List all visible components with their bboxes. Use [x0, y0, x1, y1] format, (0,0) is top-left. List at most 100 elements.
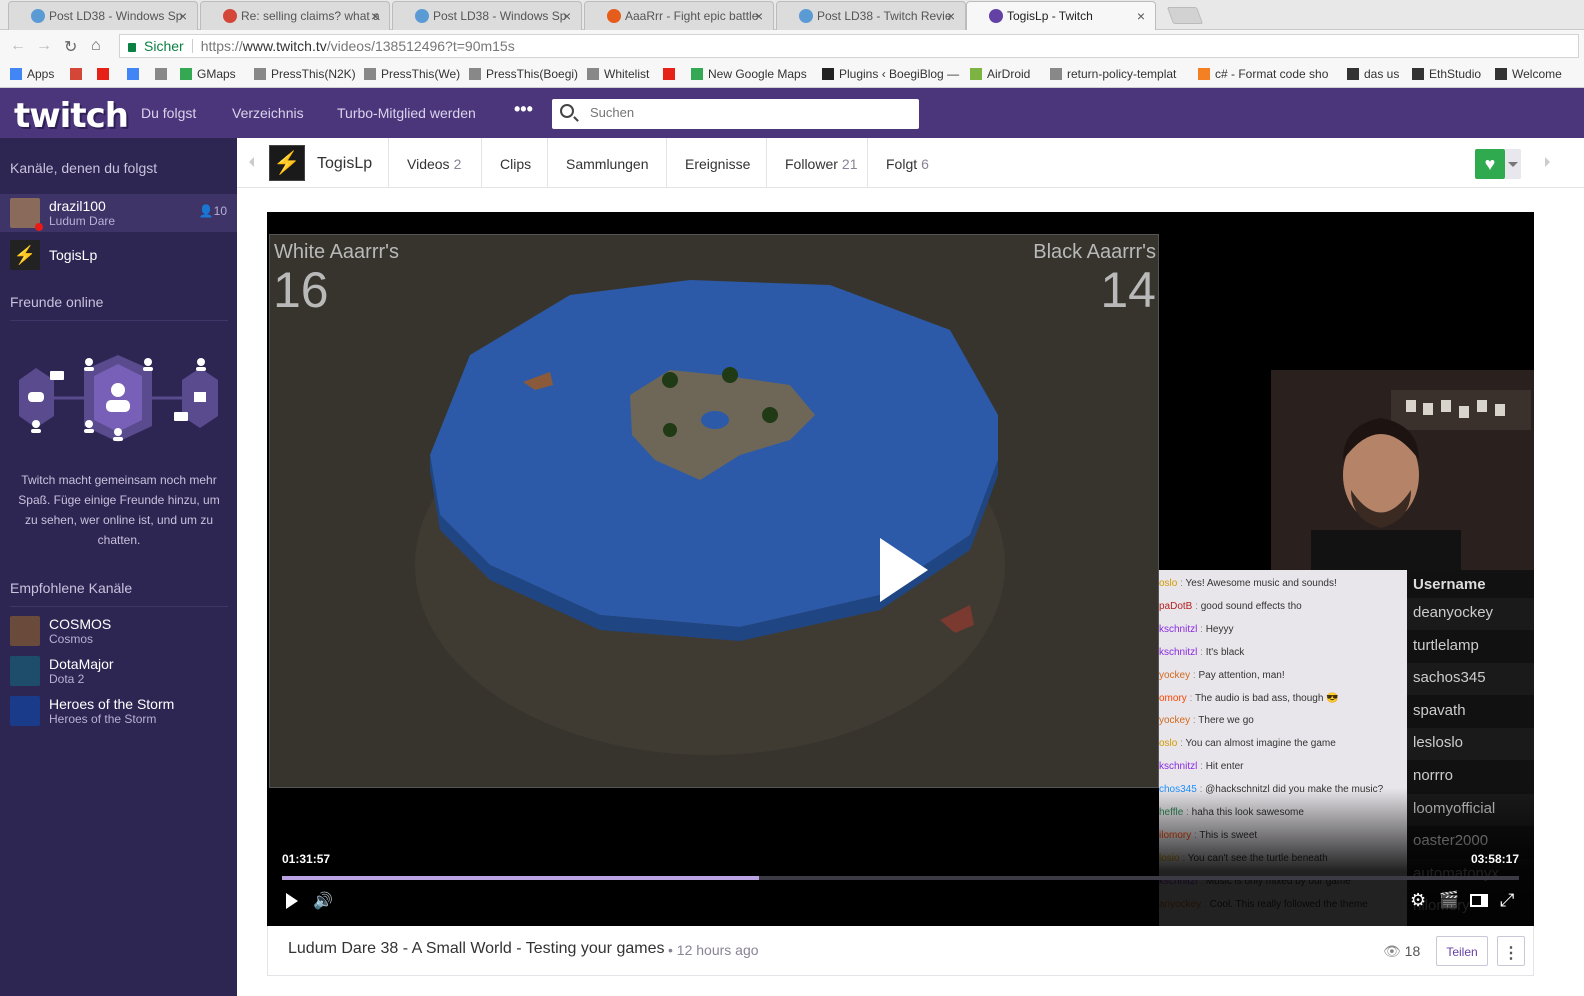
channel-tab-label: Folgt	[886, 156, 918, 172]
chat-message: paDotB : good sound effects tho	[1159, 600, 1302, 612]
close-tab-icon[interactable]: ×	[1137, 8, 1145, 24]
bookmark-label: Whitelist	[604, 67, 650, 81]
browser-tab[interactable]: Post LD38 - Windows Sp ×	[8, 1, 198, 30]
settings-icon[interactable]: ⚙	[1410, 890, 1426, 911]
browser-tab[interactable]: AaaRrr - Fight epic battle ×	[584, 1, 774, 30]
big-play-icon[interactable]	[880, 538, 928, 602]
browser-tab[interactable]: Post LD38 - Twitch Revie ×	[776, 1, 966, 30]
play-icon[interactable]	[286, 893, 298, 909]
channel-tab-videos[interactable]: Videos 2	[388, 138, 481, 188]
home-icon[interactable]: ⌂	[91, 37, 101, 55]
maps-icon	[691, 68, 703, 80]
more-options-icon[interactable]: •••	[514, 99, 533, 120]
bookmark-item[interactable]	[97, 67, 114, 81]
chat-message: yockey : Pay attention, man!	[1159, 669, 1285, 681]
bookmark-item[interactable]: PressThis(Boegi)	[469, 67, 578, 81]
video-title: Ludum Dare 38 - A Small World - Testing …	[288, 940, 665, 957]
bookmark-item[interactable]	[70, 67, 87, 81]
avatar: ⚡	[10, 240, 40, 270]
game-board	[415, 280, 1005, 755]
chat-message: omory : The audio is bad ass, though 😎	[1159, 692, 1339, 704]
chat-username: kschnitzl	[1159, 623, 1198, 635]
bookmark-item[interactable]: c# - Format code sho	[1198, 67, 1328, 81]
scroll-left-icon[interactable]	[249, 157, 254, 167]
bookmark-item[interactable]: return-policy-templat	[1050, 67, 1176, 81]
bookmark-item[interactable]: PressThis(N2K)	[254, 67, 356, 81]
bookmark-item[interactable]: Apps	[10, 67, 54, 81]
channel-tab-ereignisse[interactable]: Ereignisse	[666, 138, 766, 188]
close-tab-icon[interactable]: ×	[179, 8, 187, 24]
sidebar-channel-heroes[interactable]: Heroes of the Storm Heroes of the Storm	[0, 692, 237, 730]
video-player[interactable]: White Aaarrr's 16 Black Aaarrr's 14 oslo…	[267, 212, 1534, 926]
bookmark-item[interactable]: Plugins ‹ BoegiBlog —	[822, 67, 959, 81]
bookmark-item[interactable]: GMaps	[180, 67, 236, 81]
close-tab-icon[interactable]: ×	[563, 8, 571, 24]
new-tab-button[interactable]	[1166, 7, 1204, 24]
sidebar-channel-cosmos[interactable]: COSMOS Cosmos	[0, 612, 237, 650]
nav-following[interactable]: Du folgst	[141, 105, 196, 121]
bookmark-item[interactable]	[155, 67, 172, 81]
user-list-row: spavath	[1407, 695, 1534, 728]
avatar	[10, 696, 40, 726]
user-list-row: turtlelamp	[1407, 630, 1534, 663]
browser-tab[interactable]: Re: selling claims? what a ×	[200, 1, 390, 30]
channel-name[interactable]: TogisLp	[317, 155, 372, 173]
bolt-icon: ⚡	[273, 150, 301, 175]
chat-username: kschnitzl	[1159, 761, 1198, 773]
chat-username: kschnitzl	[1159, 646, 1198, 658]
share-button[interactable]: Teilen	[1436, 936, 1488, 966]
clip-icon[interactable]: 🎬	[1439, 890, 1459, 910]
close-tab-icon[interactable]: ×	[947, 8, 955, 24]
airdroid-icon	[970, 68, 982, 80]
channel-logo[interactable]: ⚡	[269, 145, 305, 181]
bookmark-item[interactable]: Whitelist	[587, 67, 649, 81]
bookmark-item[interactable]: New Google Maps	[691, 67, 807, 81]
twitch-logo[interactable]: twitch	[14, 96, 129, 136]
volume-icon[interactable]: 🔊	[313, 891, 333, 911]
close-tab-icon[interactable]: ×	[371, 8, 379, 24]
bookmark-item[interactable]: AirDroid	[970, 67, 1030, 81]
channel-tab-clips[interactable]: Clips	[481, 138, 547, 188]
scroll-right-icon[interactable]	[1545, 157, 1550, 167]
chat-text: Hit enter	[1205, 761, 1244, 773]
bookmark-item[interactable]	[663, 67, 680, 81]
close-tab-icon[interactable]: ×	[755, 8, 763, 24]
bookmark-item[interactable]: das us	[1347, 67, 1399, 81]
chat-text: There we go	[1198, 715, 1254, 727]
live-indicator-icon	[35, 223, 43, 231]
forward-icon[interactable]: →	[36, 37, 52, 55]
channel-tab-folgt[interactable]: Folgt 6	[867, 138, 947, 188]
nav-turbo[interactable]: Turbo-Mitglied werden	[337, 105, 476, 121]
webcam-overlay	[1271, 370, 1534, 570]
follow-button[interactable]: ♥	[1475, 149, 1505, 179]
page-icon	[469, 68, 481, 80]
address-bar[interactable]: Sicher https://www.twitch.tv/videos/13851…	[119, 34, 1579, 58]
sidebar-channel-togislp[interactable]: ⚡ TogisLp	[0, 236, 237, 274]
follow-dropdown[interactable]	[1505, 149, 1521, 179]
bookmark-item[interactable]: Welcome	[1495, 67, 1562, 81]
channel-tab-sammlungen[interactable]: Sammlungen	[547, 138, 666, 188]
google-icon	[127, 68, 139, 80]
seek-bar[interactable]	[282, 876, 1519, 880]
reload-icon[interactable]: ↻	[64, 37, 77, 57]
browser-tab[interactable]: Post LD38 - Windows Sp ×	[392, 1, 582, 30]
tab-title: TogisLp - Twitch	[1007, 9, 1093, 23]
more-options-button[interactable]: ⋮	[1497, 936, 1525, 966]
bookmark-item[interactable]: EthStudio	[1412, 67, 1481, 81]
channel-tab-label: Videos	[407, 156, 450, 172]
search-input[interactable]	[590, 105, 910, 120]
channel-game: Heroes of the Storm	[49, 712, 157, 726]
video-age: • 12 hours ago	[668, 942, 759, 958]
seek-progress	[282, 876, 760, 880]
fullscreen-icon[interactable]: ⤢	[1500, 890, 1514, 911]
nav-directory[interactable]: Verzeichnis	[232, 105, 304, 121]
channel-tab-follower[interactable]: Follower 21	[766, 138, 867, 188]
bookmark-item[interactable]	[127, 67, 144, 81]
back-icon[interactable]: ←	[10, 37, 26, 55]
sidebar-channel-dotamajor[interactable]: DotaMajor Dota 2	[0, 652, 237, 690]
sidebar-channel-drazil100[interactable]: drazil100 Ludum Dare 👤10	[0, 194, 237, 232]
browser-tab[interactable]: TogisLp - Twitch ×	[966, 1, 1156, 31]
theatre-mode-icon[interactable]	[1470, 894, 1488, 907]
bookmark-item[interactable]: PressThis(We)	[364, 67, 460, 81]
bookmark-label: Apps	[27, 67, 55, 81]
